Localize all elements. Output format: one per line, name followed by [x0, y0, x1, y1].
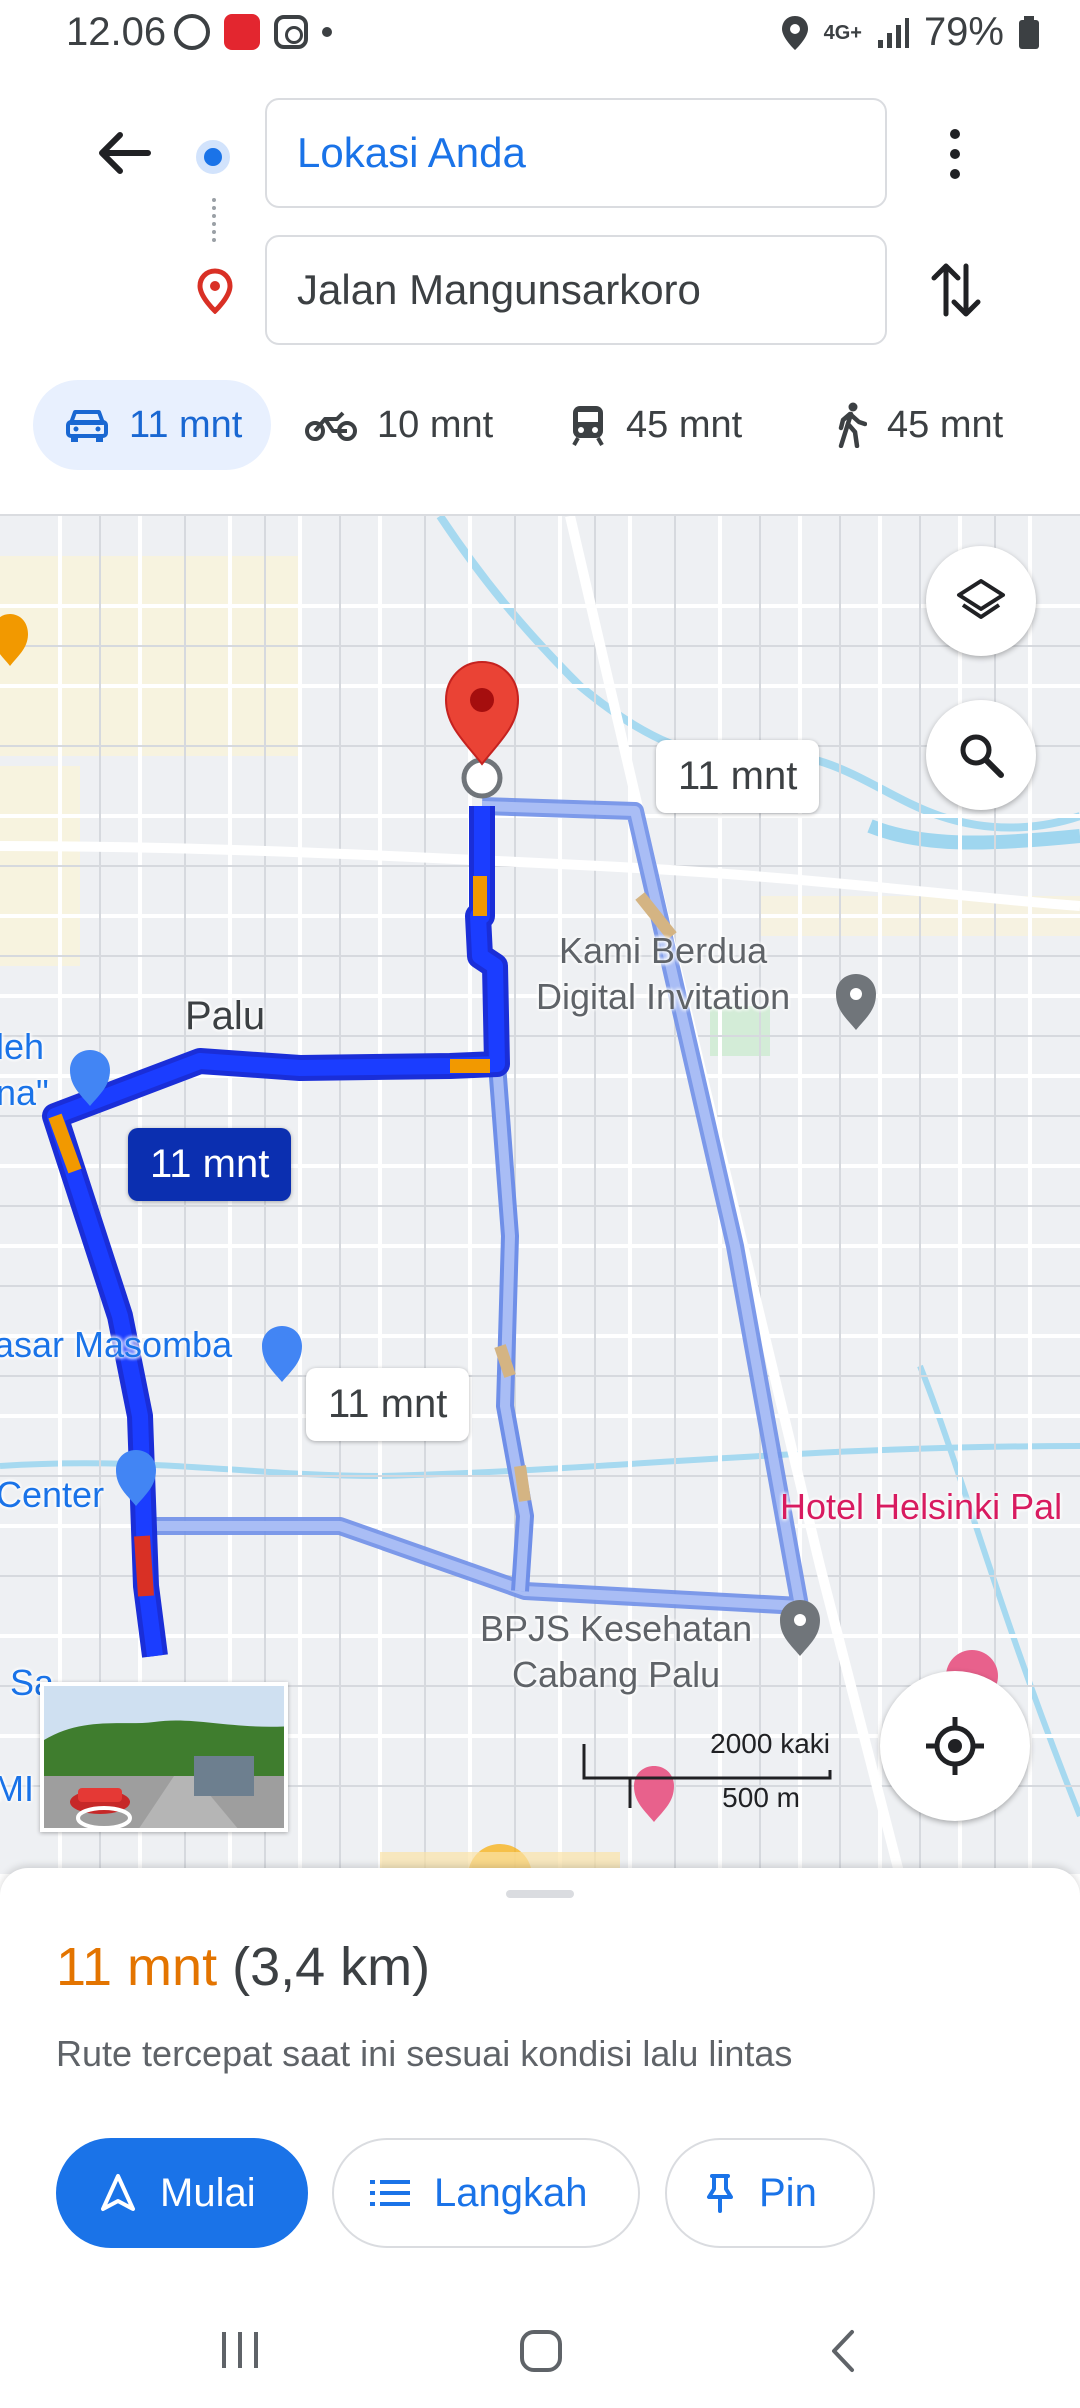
- tab-car[interactable]: 11 mnt: [33, 380, 271, 470]
- tab-motorcycle[interactable]: 10 mnt: [305, 380, 493, 470]
- map-label-bpjs[interactable]: BPJS Kesehatan Cabang Palu: [480, 1606, 752, 1698]
- navigation-arrow-icon: [101, 2174, 135, 2211]
- swap-icon[interactable]: [928, 258, 984, 322]
- walk-time: 45 mnt: [887, 403, 1004, 446]
- summary-time: 11 mnt: [56, 1937, 218, 1997]
- more-options-icon[interactable]: [940, 126, 970, 182]
- transit-time: 45 mnt: [626, 403, 743, 446]
- destination-field[interactable]: Jalan Mangunsarkoro: [265, 235, 887, 345]
- route-summary: 11 mnt (3,4 km): [56, 1936, 430, 1998]
- map-view[interactable]: Palu Kami Berdua Digital Invitation Hote…: [0, 514, 1080, 1874]
- notification-icons: [174, 14, 332, 50]
- route-eta-primary[interactable]: 11 mnt: [128, 1128, 292, 1201]
- route-eta-alt-2[interactable]: 11 mnt: [306, 1368, 470, 1441]
- map-label-center[interactable]: Center: [0, 1474, 104, 1516]
- route-dots-connector: [212, 198, 216, 242]
- map-search-button[interactable]: [926, 700, 1036, 810]
- scale-meters: 500 m: [722, 1782, 800, 1813]
- oleh-line2: na": [0, 1072, 49, 1113]
- back-arrow-icon[interactable]: [90, 120, 156, 186]
- signal-icon: [877, 17, 909, 48]
- crosshair-icon: [926, 1717, 984, 1775]
- route-eta-alt-1[interactable]: 11 mnt: [656, 740, 820, 813]
- status-bar: 12.06 4G+ 79%: [0, 0, 1080, 70]
- back-nav-icon[interactable]: [826, 2328, 860, 2374]
- map-label-mi: MI: [0, 1768, 34, 1809]
- layers-icon: [957, 579, 1005, 619]
- map-label-oleh[interactable]: leh na": [0, 1024, 49, 1116]
- status-time: 12.06: [66, 10, 167, 54]
- origin-dot-icon: [196, 140, 230, 174]
- pushpin-icon: [707, 2174, 733, 2213]
- travel-mode-tabs: 11 mnt 10 mnt 45 mnt 45 mnt: [0, 380, 1080, 470]
- map-label-pasar[interactable]: asar Masomba: [0, 1324, 232, 1366]
- sheet-drag-handle[interactable]: [506, 1890, 574, 1898]
- scale-feet: 2000 kaki: [710, 1728, 830, 1759]
- instagram-icon: [274, 15, 308, 49]
- motorcycle-icon: [305, 411, 357, 441]
- start-label: Mulai: [160, 2170, 256, 2215]
- search-icon: [960, 734, 1004, 778]
- linkaja-icon: [224, 14, 260, 50]
- recent-apps-icon[interactable]: [218, 2328, 262, 2372]
- system-navigation-bar: [0, 2298, 1080, 2408]
- route-description: Rute tercepat saat ini sesuai kondisi la…: [56, 2033, 793, 2074]
- map-scale: 2000 kaki 500 m: [580, 1728, 840, 1818]
- route-bottom-sheet[interactable]: 11 mnt (3,4 km) Rute tercepat saat ini s…: [0, 1868, 1080, 2298]
- map-label-hotel[interactable]: Hotel Helsinki Pal: [780, 1486, 1062, 1528]
- location-icon: [781, 15, 808, 50]
- destination-pin-icon: [197, 268, 233, 314]
- home-icon[interactable]: [518, 2328, 564, 2374]
- whatsapp-icon: [174, 14, 210, 50]
- layers-button[interactable]: [926, 546, 1036, 656]
- status-right: 4G+ 79%: [780, 10, 1040, 55]
- origin-text: Lokasi Anda: [297, 129, 526, 176]
- transit-icon: [572, 406, 604, 446]
- pin-button[interactable]: Pin: [665, 2138, 875, 2248]
- motorcycle-time: 10 mnt: [377, 403, 494, 446]
- street-view-thumbnail[interactable]: [40, 1682, 288, 1832]
- walk-icon: [838, 402, 867, 448]
- my-location-button[interactable]: [880, 1671, 1030, 1821]
- bpjs-line1: BPJS Kesehatan: [480, 1608, 753, 1649]
- car-icon: [66, 410, 108, 442]
- steps-label: Langkah: [434, 2170, 588, 2215]
- bpjs-line2: Cabang Palu: [512, 1654, 721, 1695]
- pin-label: Pin: [759, 2170, 817, 2215]
- battery-percent: 79%: [923, 10, 1004, 54]
- kami-line1: Kami Berdua: [559, 930, 768, 971]
- start-button[interactable]: Mulai: [56, 2138, 308, 2248]
- street-view-image: [44, 1686, 284, 1828]
- oleh-line1: leh: [0, 1026, 45, 1067]
- summary-distance: (3,4 km): [232, 1937, 431, 1997]
- kami-line2: Digital Invitation: [536, 976, 791, 1017]
- steps-button[interactable]: Langkah: [332, 2138, 640, 2248]
- tab-transit[interactable]: 45 mnt: [570, 380, 742, 470]
- network-type: 4G+: [823, 21, 862, 44]
- map-label-palu: Palu: [185, 994, 266, 1038]
- destination-text: Jalan Mangunsarkoro: [297, 266, 701, 313]
- map-label-kami-berdua[interactable]: Kami Berdua Digital Invitation: [536, 928, 790, 1020]
- car-time: 11 mnt: [129, 403, 243, 446]
- list-icon: [370, 2180, 410, 2206]
- tab-walk[interactable]: 45 mnt: [835, 380, 1003, 470]
- battery-icon: [1019, 15, 1039, 49]
- origin-field[interactable]: Lokasi Anda: [265, 98, 887, 208]
- more-notifications-icon: [322, 27, 332, 37]
